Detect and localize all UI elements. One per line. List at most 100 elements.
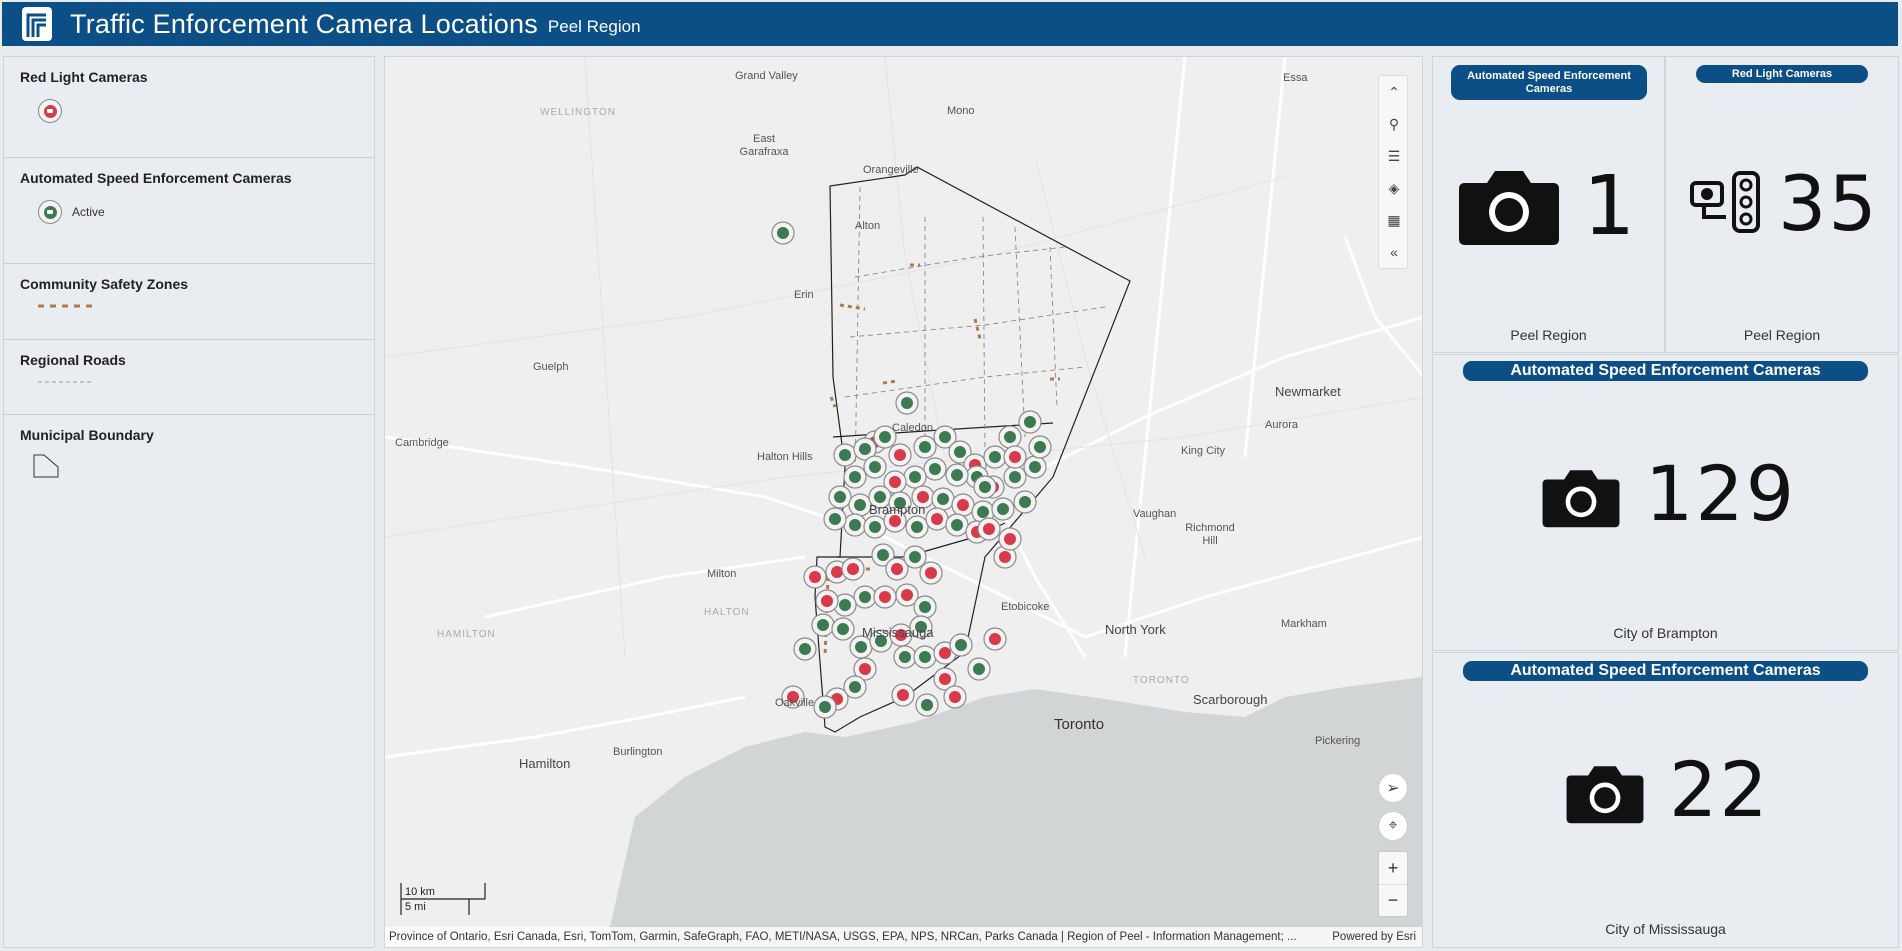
- indicator-value: 129: [1645, 449, 1797, 538]
- legend-panel: Red Light Cameras Automated Speed Enforc…: [3, 56, 375, 948]
- camera-marker-dot: [879, 431, 891, 443]
- indicator-label: Automated Speed Enforcement Cameras: [1451, 65, 1647, 100]
- map-place-label: King City: [1181, 445, 1226, 457]
- map-place-label: Etobicoke: [1001, 601, 1050, 613]
- green-camera-pin-icon: [38, 200, 62, 224]
- camera-marker-dot: [931, 513, 943, 525]
- zoom-in-button[interactable]: +: [1379, 852, 1407, 884]
- map-place-label: Newmarket: [1275, 384, 1341, 399]
- camera-marker-dot: [973, 663, 985, 675]
- camera-marker-dot: [919, 441, 931, 453]
- camera-marker-dot: [899, 651, 911, 663]
- camera-marker-dot: [847, 563, 859, 575]
- camera-marker-dot: [989, 451, 1001, 463]
- map-view[interactable]: Grand Valley WELLINGTON Mono Essa East G…: [384, 56, 1423, 948]
- map-place-label: Halton Hills: [757, 451, 813, 463]
- indicator-label: Automated Speed Enforcement Cameras: [1463, 661, 1868, 681]
- app-header: Traffic Enforcement Camera Locations Pee…: [2, 2, 1898, 46]
- map-place-label: Cambridge: [395, 437, 449, 449]
- indicator-caption: Peel Region: [1743, 327, 1821, 343]
- compass-icon[interactable]: ➢: [1378, 773, 1408, 803]
- map-place-label: Milton: [707, 568, 737, 580]
- camera-marker-dot: [989, 633, 1001, 645]
- red-camera-pin-icon: [38, 99, 62, 123]
- camera-marker-dot: [855, 641, 867, 653]
- collapse-left-icon[interactable]: «: [1379, 236, 1409, 268]
- map-place-label: East Garafraxa: [739, 133, 789, 158]
- map-place-label: Mono: [947, 105, 975, 117]
- map-place-label: HAMILTON: [437, 629, 496, 640]
- legend-title: Red Light Cameras: [20, 69, 148, 85]
- map-place-label: Toronto: [1054, 716, 1105, 733]
- camera-marker-dot: [821, 595, 833, 607]
- camera-marker-dot: [955, 639, 967, 651]
- legend-title: Regional Roads: [20, 352, 126, 368]
- camera-marker-dot: [979, 481, 991, 493]
- map-place-label: Hamilton: [519, 756, 571, 771]
- legend-section-boundary: Municipal Boundary: [4, 415, 374, 486]
- map-place-label: North York: [1105, 622, 1166, 637]
- camera-marker-dot: [799, 643, 811, 655]
- dashed-gray-line-icon: [38, 381, 94, 383]
- legend-title: Municipal Boundary: [20, 427, 154, 443]
- scale-km-label: 10 km: [405, 886, 435, 898]
- camera-marker-dot: [889, 476, 901, 488]
- indicator-caption: Peel Region: [1510, 327, 1587, 343]
- camera-marker-dot: [901, 397, 913, 409]
- camera-marker-dot: [909, 471, 921, 483]
- camera-marker-dot: [849, 519, 861, 531]
- camera-marker-dot: [817, 619, 829, 631]
- camera-marker-dot: [951, 469, 963, 481]
- camera-marker-dot: [901, 589, 913, 601]
- camera-marker-dot: [909, 551, 921, 563]
- camera-marker-dot: [919, 601, 931, 613]
- camera-marker-dot: [939, 647, 951, 659]
- indicator-label: Automated Speed Enforcement Cameras: [1463, 361, 1868, 381]
- camera-marker-dot: [939, 431, 951, 443]
- camera-marker-dot: [859, 443, 871, 455]
- zoom-out-button[interactable]: −: [1379, 884, 1407, 916]
- camera-marker-dot: [849, 471, 861, 483]
- polygon-outline-icon: [33, 454, 59, 478]
- legend-section-roads: Regional Roads: [4, 340, 374, 415]
- map-place-label: Essa: [1283, 72, 1308, 84]
- camera-marker-dot: [829, 513, 841, 525]
- search-icon[interactable]: ⚲: [1379, 108, 1409, 140]
- map-place-label: Pickering: [1315, 735, 1361, 747]
- camera-marker-dot: [1009, 451, 1021, 463]
- legend-item-label: Active: [72, 205, 105, 219]
- collapse-up-icon[interactable]: ⌃: [1379, 76, 1409, 108]
- camera-marker-dot: [1004, 533, 1016, 545]
- page-title: Traffic Enforcement Camera Locations: [70, 8, 538, 39]
- attribution-text[interactable]: Province of Ontario, Esri Canada, Esri, …: [389, 931, 1332, 943]
- map-place-label: Brampton: [869, 502, 926, 517]
- indicator-red-light-peel: Red Light Cameras 35 Peel Region: [1665, 56, 1899, 353]
- locate-icon[interactable]: ⌖: [1378, 811, 1408, 841]
- map-attribution: Province of Ontario, Esri Canada, Esri, …: [385, 927, 1422, 947]
- camera-marker-dot: [1029, 461, 1041, 473]
- legend-title: Automated Speed Enforcement Cameras: [20, 170, 292, 186]
- scale-mi-label: 5 mi: [405, 901, 426, 913]
- camera-marker-dot: [919, 651, 931, 663]
- indicator-ase-peel: Automated Speed Enforcement Cameras 1 Pe…: [1432, 56, 1665, 353]
- legend-section-csz: Community Safety Zones: [4, 264, 374, 340]
- layers-icon[interactable]: ◈: [1379, 172, 1409, 204]
- camera-marker-dot: [999, 551, 1011, 563]
- qr-code-icon[interactable]: ▦: [1379, 204, 1409, 236]
- zoom-control: + −: [1378, 851, 1408, 917]
- camera-marker-dot: [834, 491, 846, 503]
- indicator-ase-mississauga: Automated Speed Enforcement Cameras 22 C…: [1432, 652, 1899, 948]
- camera-marker-dot: [877, 549, 889, 561]
- list-icon[interactable]: ☰: [1379, 140, 1409, 172]
- camera-marker-dot: [859, 663, 871, 675]
- legend-section-ase: Automated Speed Enforcement Cameras Acti…: [4, 158, 374, 264]
- map-place-label: Richmond Hill: [1185, 522, 1235, 547]
- map-place-label: Aurora: [1265, 419, 1299, 431]
- camera-marker-dot: [1004, 431, 1016, 443]
- page-subtitle: Peel Region: [547, 16, 641, 36]
- camera-marker-dot: [897, 689, 909, 701]
- camera-marker-dot: [997, 503, 1009, 515]
- powered-by-esri-link[interactable]: Powered by Esri: [1332, 931, 1422, 943]
- map-place-label: Guelph: [533, 361, 569, 373]
- camera-marker-dot: [954, 446, 966, 458]
